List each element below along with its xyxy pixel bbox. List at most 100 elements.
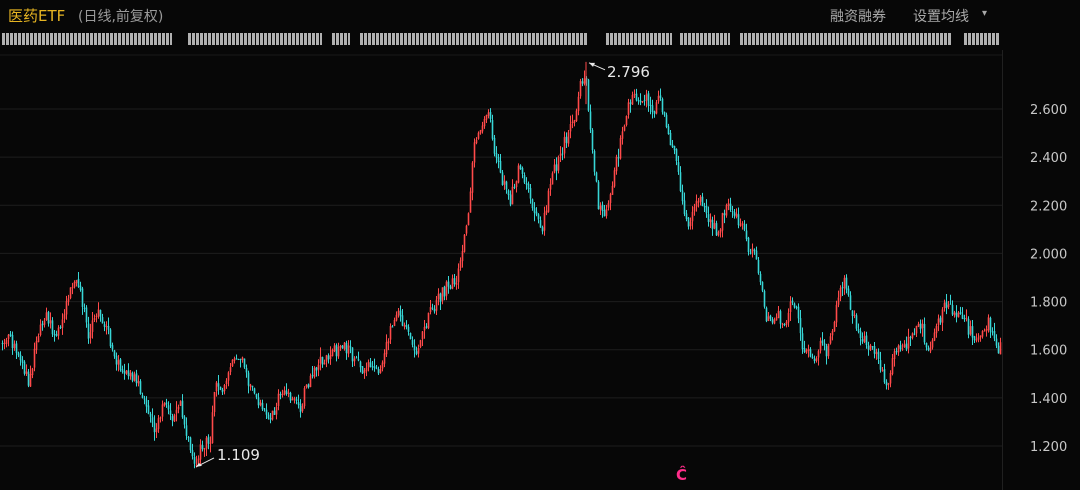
candle-body xyxy=(951,304,954,315)
candle-body xyxy=(507,190,510,196)
candle-body xyxy=(257,397,260,406)
candle-body xyxy=(931,340,934,348)
candle-body xyxy=(19,354,22,361)
candle-body xyxy=(97,309,100,317)
candle-body xyxy=(725,205,728,216)
candle-body xyxy=(513,186,516,188)
candle-body xyxy=(259,402,262,406)
candle-body xyxy=(317,364,320,370)
candle-body xyxy=(943,302,946,309)
candle-body xyxy=(765,307,768,322)
candle-body xyxy=(773,319,776,324)
candle-body xyxy=(893,351,896,360)
candle-body xyxy=(491,120,494,139)
candle-body xyxy=(219,386,222,390)
candle-body xyxy=(145,399,148,407)
candle-body xyxy=(909,337,912,339)
candle-body xyxy=(273,410,276,415)
candle-body xyxy=(175,409,178,414)
candle-body xyxy=(747,237,750,253)
candle-body xyxy=(637,100,640,102)
candle-body xyxy=(407,326,410,332)
candle-body xyxy=(597,181,600,210)
candle-body xyxy=(199,444,202,460)
candle-body xyxy=(245,367,248,373)
candle-body xyxy=(127,370,130,377)
candle-body xyxy=(481,125,484,132)
candle-body xyxy=(835,304,838,323)
candle-body xyxy=(231,359,234,367)
candle-body xyxy=(639,100,642,103)
candle-body xyxy=(713,223,716,229)
candle-body xyxy=(117,360,120,365)
candle-body xyxy=(751,248,754,253)
candle-body xyxy=(875,352,878,355)
candle-body xyxy=(161,404,164,417)
candle-body xyxy=(665,114,668,127)
candle-body xyxy=(67,298,70,302)
candle-body xyxy=(687,217,690,227)
candle-body xyxy=(741,223,744,225)
candle-body xyxy=(693,206,696,212)
candle-body xyxy=(5,339,8,344)
candle-body xyxy=(321,356,324,365)
candle-body xyxy=(333,345,336,352)
candle-body xyxy=(405,324,408,328)
candle-body xyxy=(91,320,94,332)
candle-body xyxy=(471,162,474,193)
candle-body xyxy=(537,214,540,220)
candle-body xyxy=(861,339,864,342)
y-tick-label: 2.600 xyxy=(1030,103,1067,118)
candle-body xyxy=(463,234,466,252)
event-marker-icon: Ĉ xyxy=(676,466,688,484)
candle-body xyxy=(241,357,244,360)
candle-body xyxy=(351,347,354,362)
candle-body xyxy=(439,293,442,302)
candle-body xyxy=(323,362,326,365)
candle-body xyxy=(905,343,908,350)
candle-body xyxy=(649,104,652,106)
candle-body xyxy=(957,313,960,318)
candle-body xyxy=(695,200,698,207)
candle-body xyxy=(263,408,266,410)
candle-body xyxy=(385,342,388,355)
candle-body xyxy=(669,132,672,146)
candle-body xyxy=(135,373,138,384)
candle-body xyxy=(831,331,834,336)
candle-body xyxy=(809,349,812,357)
candle-body xyxy=(999,342,1002,355)
candle-body xyxy=(975,339,978,341)
candle-body xyxy=(543,212,546,231)
candle-body xyxy=(253,388,256,394)
candles xyxy=(1,70,1002,469)
candle-body xyxy=(547,190,550,212)
candle-body xyxy=(129,372,132,377)
candle-body xyxy=(627,102,630,115)
candle-body xyxy=(141,395,144,398)
candle-body xyxy=(981,331,984,337)
candle-body xyxy=(311,374,314,376)
candle-body xyxy=(965,317,968,319)
candle-body xyxy=(609,194,612,204)
candle-body xyxy=(43,320,46,325)
candle-body xyxy=(849,295,852,310)
candle-body xyxy=(235,358,238,360)
candle-body xyxy=(733,212,736,216)
candle-body xyxy=(227,372,230,381)
candle-body xyxy=(551,173,554,185)
candle-body xyxy=(443,286,446,297)
candle-body xyxy=(911,333,914,338)
candle-body xyxy=(249,384,252,387)
candle-body xyxy=(929,347,932,352)
candle-body xyxy=(339,346,342,348)
candle-body xyxy=(191,450,194,457)
candle-body xyxy=(27,371,30,386)
candle-body xyxy=(181,400,184,418)
candle-body xyxy=(601,204,604,211)
candle-body xyxy=(783,324,786,326)
candle-body xyxy=(143,398,146,400)
candle-body xyxy=(553,164,556,173)
candle-body xyxy=(119,359,122,370)
candle-body xyxy=(355,357,358,359)
candle-body xyxy=(655,102,658,114)
